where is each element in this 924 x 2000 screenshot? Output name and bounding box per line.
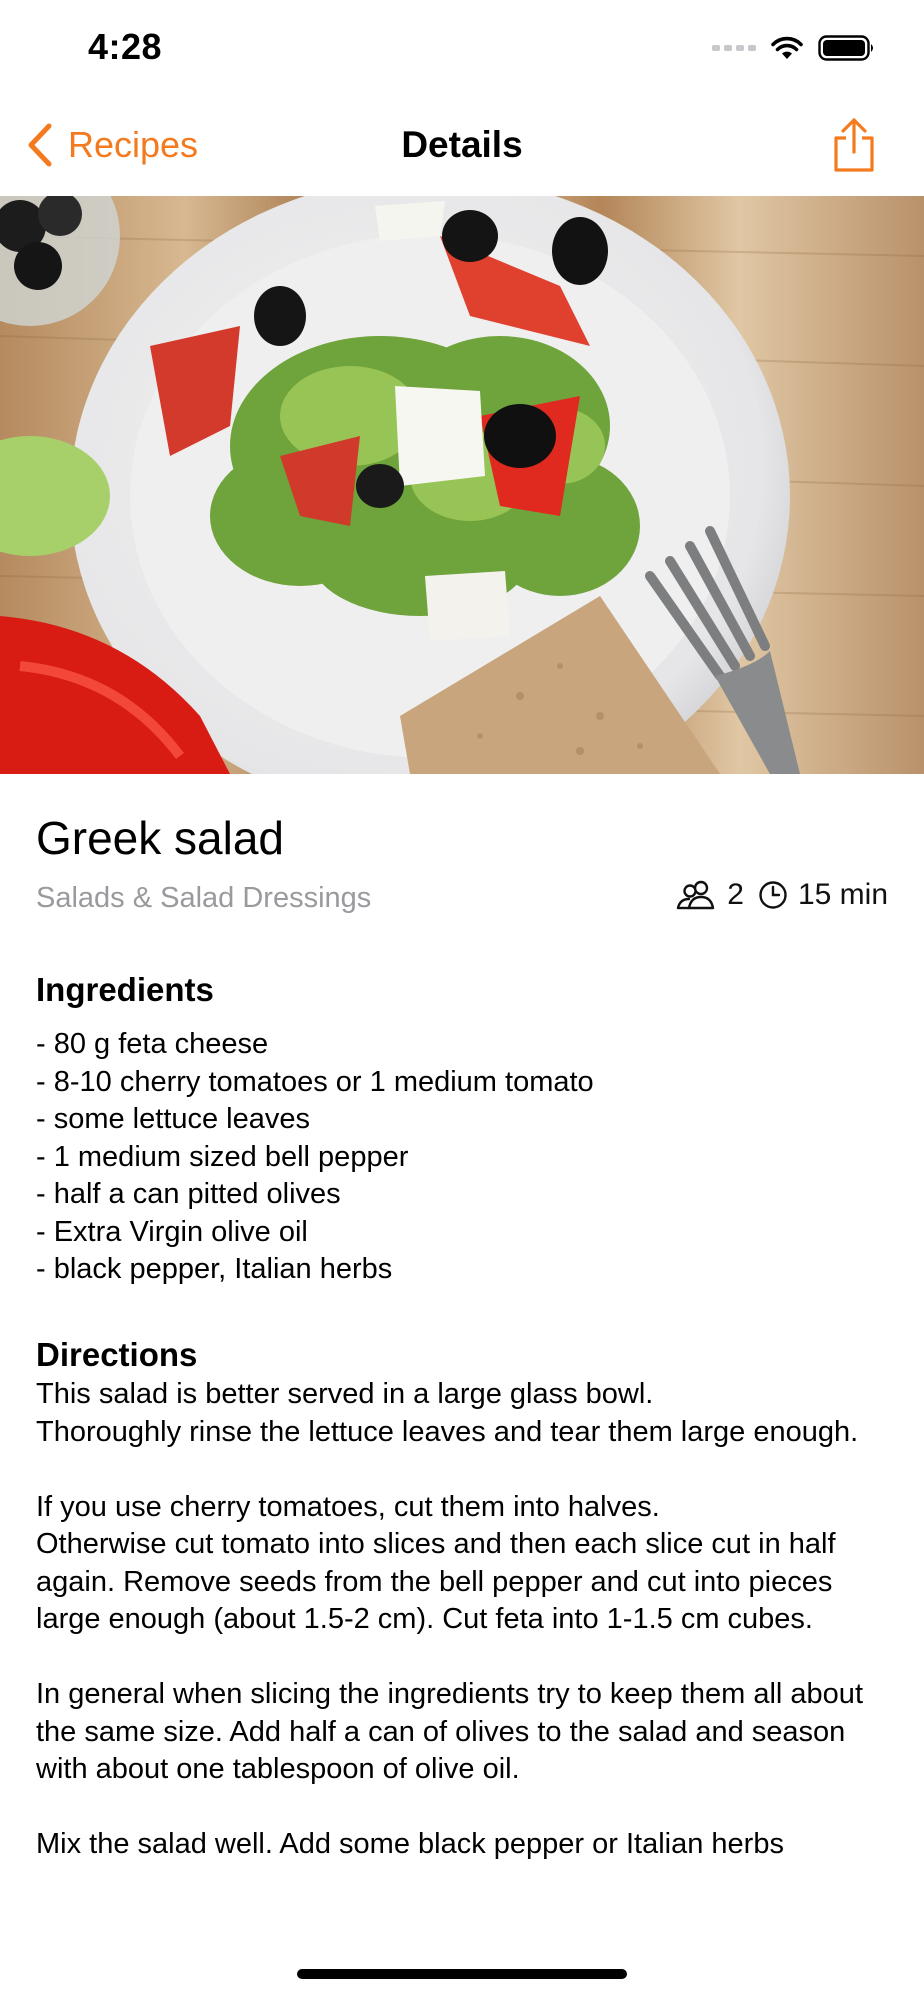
- battery-icon: [818, 35, 873, 61]
- ingredient-item: - 80 g feta cheese: [36, 1028, 269, 1060]
- directions-text: This salad is better served in a large g…: [36, 1376, 896, 1926]
- ingredients-heading: Ingredients: [36, 971, 214, 1008]
- recipe-title: Greek salad: [36, 812, 285, 864]
- clock-icon: [758, 880, 788, 910]
- wifi-icon: [771, 36, 803, 59]
- ingredient-item: - black pepper, Italian herbs: [36, 1253, 393, 1285]
- cellular-signal-icon: [712, 45, 756, 51]
- status-bar: 4:28: [0, 0, 924, 100]
- ingredient-item: - 1 medium sized bell pepper: [36, 1140, 409, 1173]
- share-button[interactable]: [830, 116, 878, 179]
- status-time: 4:28: [88, 26, 163, 67]
- ingredient-item: - some lettuce leaves: [36, 1103, 311, 1135]
- direction-paragraph: If you use cherry tomatoes, cut them int…: [36, 1490, 836, 1636]
- ingredient-item: - 8-10 cherry tomatoes or 1 medium tomat…: [36, 1065, 594, 1098]
- ingredient-item: - half a can pitted olives: [36, 1178, 341, 1210]
- recipe-stats: 2 15 min: [675, 878, 888, 912]
- recipe-meta: Salads & Salad Dressings 2 15 min: [36, 878, 888, 922]
- recipe-details: Greek salad Salads & Salad Dressings 2 1…: [36, 810, 888, 1375]
- recipe-category: Salads & Salad Dressings: [36, 882, 372, 914]
- ingredients-list: - 80 g feta cheese - 8-10 cherry tomatoe…: [36, 1026, 888, 1289]
- back-button-label: Recipes: [68, 124, 199, 165]
- cook-time: 15 min: [797, 878, 888, 911]
- ingredient-item: - Extra Virgin olive oil: [36, 1215, 308, 1248]
- directions-heading: Directions: [36, 1335, 198, 1373]
- people-icon: [675, 880, 719, 910]
- navigation-bar: Recipes Details: [0, 100, 924, 196]
- direction-paragraph: Mix the salad well. Add some black peppe…: [36, 1828, 784, 1860]
- back-button[interactable]: Recipes: [26, 122, 198, 168]
- chevron-left-icon: [28, 123, 52, 167]
- share-icon: [834, 118, 874, 172]
- servings-count: 2: [727, 878, 744, 911]
- direction-paragraph: This salad is better served in a large g…: [36, 1378, 859, 1448]
- salad-photo-illustration: [0, 196, 924, 774]
- recipe-photo: [0, 196, 924, 774]
- direction-paragraph: In general when slicing the ingredients …: [36, 1678, 863, 1785]
- status-icons: [712, 34, 876, 62]
- home-indicator[interactable]: [297, 1969, 627, 1979]
